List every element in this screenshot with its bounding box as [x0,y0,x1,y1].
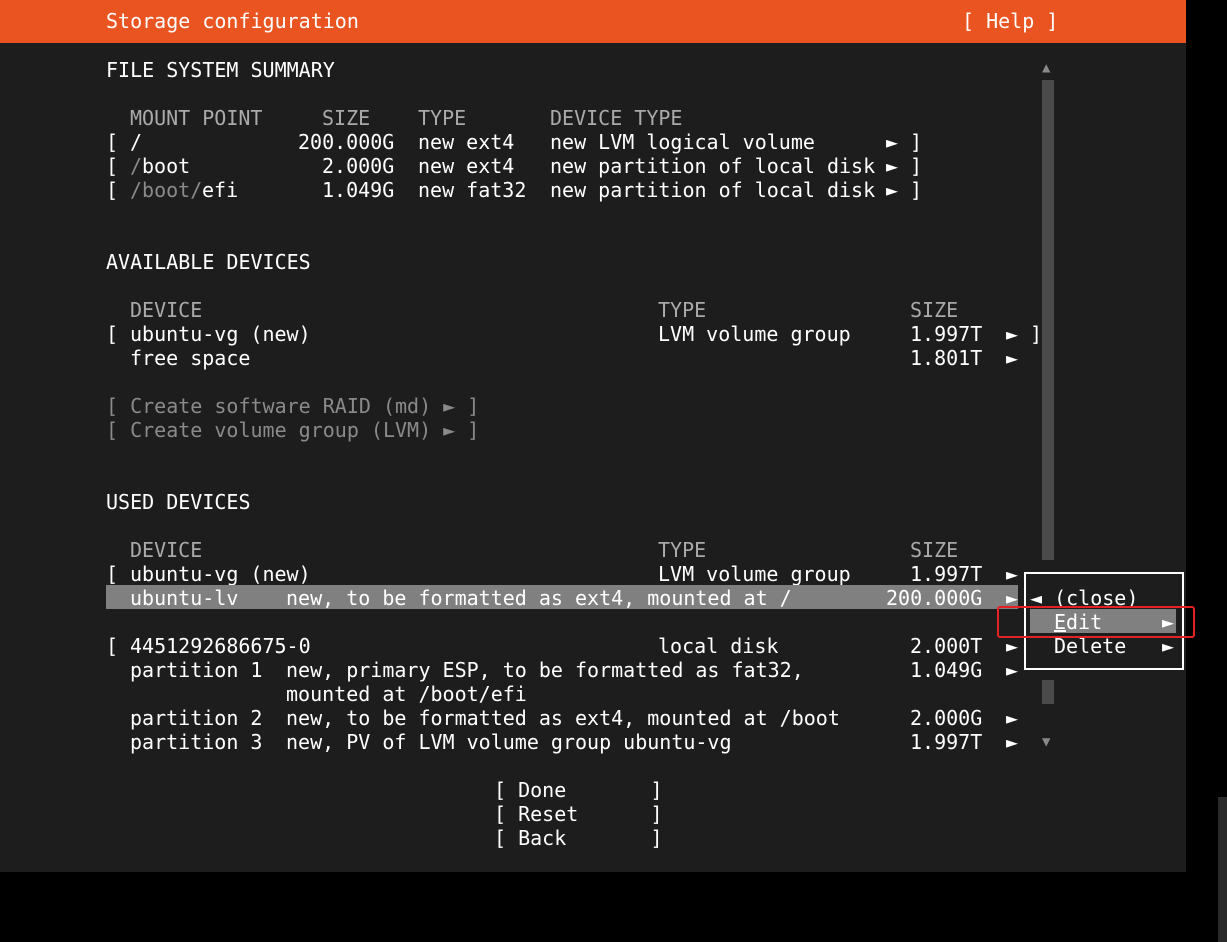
size: 1.049G [910,658,983,682]
device-type: new LVM logical volume [550,130,815,154]
mount-point: boot [142,154,191,178]
size: 200.000G [886,586,983,610]
back-button[interactable]: [ Back ] [494,826,663,850]
arrow-right-icon: ► [1006,706,1019,730]
arrow-right-icon: ► [1006,658,1019,682]
scroll-down-icon[interactable]: ▼ [1042,730,1050,754]
window-edge [1218,797,1227,942]
device-name: free space [130,346,251,370]
fs-type: new ext4 [418,130,515,154]
device-name: ubuntu-vg (new) [130,322,311,346]
arrow-right-icon: ► [1006,730,1019,754]
size: 2.000G [910,706,983,730]
size: 200.000G [298,130,395,154]
size: 1.801T [910,346,983,370]
col-type: TYPE [658,538,707,562]
help-button[interactable]: [ Help ] [962,9,1058,33]
arrow-right-icon: ► [1006,322,1019,346]
col-size: SIZE [910,538,959,562]
col-type: TYPE [418,106,467,130]
size: 1.997T [910,322,983,346]
col-device-type: DEVICE TYPE [550,106,683,130]
col-mount-point: MOUNT POINT [130,106,263,130]
size: 2.000G [322,154,395,178]
device-type: new partition of local disk [550,154,876,178]
done-button[interactable]: [ Done ] [494,778,663,802]
device-type: LVM volume group [658,562,851,586]
device-description: new, to be formatted as ext4, mounted at… [286,586,792,610]
annotation-highlight-box [997,606,1195,638]
size: 1.049G [322,178,395,202]
fs-type: new ext4 [418,154,515,178]
mount-prefix: / [130,154,143,178]
col-device: DEVICE [130,298,203,322]
size: 1.997T [910,562,983,586]
mount-point: efi [202,178,239,202]
device-name: partition 2 [130,706,263,730]
col-size: SIZE [322,106,371,130]
arrow-right-icon: ► [886,178,899,202]
device-type: new partition of local disk [550,178,876,202]
scroll-up-icon[interactable]: ▲ [1042,56,1050,80]
col-size: SIZE [910,298,959,322]
device-description-cont: mounted at /boot/efi [286,682,527,706]
create-lvm-button[interactable]: [ Create volume group (LVM) ► ] [106,418,479,442]
fs-type: new fat32 [418,178,527,202]
device-type: LVM volume group [658,322,851,346]
arrow-right-icon: ► [886,154,899,178]
fs-summary-heading: FILE SYSTEM SUMMARY [106,58,335,82]
col-device: DEVICE [130,538,203,562]
size: 2.000T [910,634,983,658]
device-name: ubuntu-vg (new) [130,562,311,586]
size: 1.997T [910,730,983,754]
device-name: 4451292686675-0 [130,634,311,658]
device-name: partition 1 [130,658,263,682]
device-description: new, to be formatted as ext4, mounted at… [286,706,840,730]
device-description: new, primary ESP, to be formatted as fat… [286,658,804,682]
arrow-right-icon: ► [1006,562,1019,586]
page-title: Storage configuration [106,9,359,33]
scrollbar-thumb-lower[interactable] [1042,680,1054,704]
available-devices-heading: AVAILABLE DEVICES [106,250,311,274]
col-type: TYPE [658,298,707,322]
reset-button[interactable]: [ Reset ] [494,802,663,826]
mount-point: / [130,130,143,154]
device-description: new, PV of LVM volume group ubuntu-vg [286,730,732,754]
scrollbar-thumb[interactable] [1042,80,1054,560]
arrow-right-icon: ► [1006,346,1019,370]
create-raid-button[interactable]: [ Create software RAID (md) ► ] [106,394,479,418]
device-type: local disk [658,634,779,658]
arrow-right-icon: ► [886,130,899,154]
used-devices-heading: USED DEVICES [106,490,251,514]
device-name: partition 3 [130,730,263,754]
mount-prefix: /boot/ [130,178,203,202]
device-name: ubuntu-lv [130,586,239,610]
